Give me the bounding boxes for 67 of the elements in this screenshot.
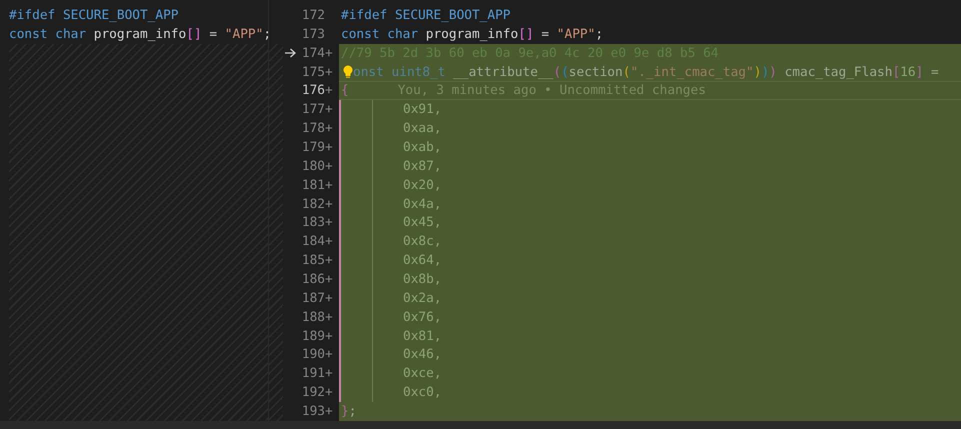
code-line: 0x81, bbox=[403, 328, 442, 344]
added-marker: + bbox=[325, 64, 333, 80]
code-line: 0x91, bbox=[403, 102, 442, 118]
line-number: 191 bbox=[300, 366, 325, 382]
code-line: 0x45, bbox=[403, 215, 442, 230]
line-number: 190 bbox=[300, 347, 325, 362]
code-line: 0x64, bbox=[403, 253, 442, 268]
added-marker: + bbox=[325, 140, 333, 155]
code-line: 0xab, bbox=[403, 140, 442, 155]
line-number: 186 bbox=[300, 272, 325, 287]
added-marker: + bbox=[325, 272, 333, 287]
added-marker: + bbox=[325, 196, 333, 212]
added-marker: + bbox=[325, 366, 333, 382]
line-number: 182 bbox=[300, 196, 325, 212]
code-line: #ifdef SECURE_BOOT_APP bbox=[9, 8, 179, 23]
code-line: 0x20, bbox=[403, 178, 442, 193]
line-number: 177 bbox=[300, 102, 325, 118]
code-line: const char program_info[] = "APP"; bbox=[9, 27, 272, 42]
added-marker: + bbox=[325, 253, 333, 268]
added-marker: + bbox=[325, 46, 333, 61]
code-line: 0x8b, bbox=[403, 272, 442, 287]
line-number: 184 bbox=[300, 234, 325, 250]
line-number: 192 bbox=[300, 385, 325, 400]
added-marker: + bbox=[325, 385, 333, 400]
added-marker: + bbox=[325, 83, 333, 98]
code-line: 0xce, bbox=[403, 366, 442, 382]
added-marker: + bbox=[325, 121, 333, 136]
added-marker: + bbox=[325, 215, 333, 230]
added-marker: + bbox=[325, 310, 333, 325]
line-number: 183 bbox=[300, 215, 325, 230]
line-number: 176 bbox=[300, 83, 325, 98]
added-marker: + bbox=[325, 102, 333, 118]
line-number: 188 bbox=[300, 310, 325, 325]
added-marker: + bbox=[325, 234, 333, 250]
line-number: 173 bbox=[300, 26, 325, 42]
added-marker: + bbox=[325, 178, 333, 193]
code-line: 0x76, bbox=[403, 310, 442, 325]
line-number: 180 bbox=[300, 158, 325, 174]
line-number: 193 bbox=[300, 404, 325, 419]
code-line: }; bbox=[341, 404, 356, 419]
added-marker: + bbox=[325, 404, 333, 419]
added-marker: + bbox=[325, 158, 333, 174]
line-number: 174 bbox=[300, 46, 325, 61]
line-number: 178 bbox=[300, 121, 325, 136]
code-line: 0x8c, bbox=[403, 234, 442, 250]
line-number: 175 bbox=[300, 64, 325, 80]
line-number: 189 bbox=[300, 328, 325, 344]
added-marker: + bbox=[325, 347, 333, 362]
line-number: 187 bbox=[300, 290, 325, 306]
added-marker: + bbox=[325, 290, 333, 306]
code-line: #ifdef SECURE_BOOT_APP bbox=[341, 8, 511, 23]
line-number: 172 bbox=[300, 8, 325, 23]
code-line: const char program_info[] = "APP"; bbox=[341, 26, 604, 42]
code-line: 0xaa, bbox=[403, 121, 442, 136]
line-number: 179 bbox=[300, 140, 325, 155]
line-number: 185 bbox=[300, 253, 325, 268]
code-line: onst uint8_t __attribute__((section("._int_cmac_tag"))) cmac_tag_Flash[16] = bbox=[353, 64, 939, 80]
added-marker: + bbox=[325, 328, 333, 344]
code-line: 0xc0, bbox=[403, 385, 442, 400]
code-line: { bbox=[341, 83, 349, 98]
code-line: 0x46, bbox=[403, 347, 442, 362]
code-line: 0x4a, bbox=[403, 196, 442, 212]
code-line: 0x2a, bbox=[403, 290, 442, 306]
code-line: 0x87, bbox=[403, 158, 442, 174]
horizontal-scrollbar[interactable] bbox=[0, 421, 961, 429]
line-number: 181 bbox=[300, 178, 325, 193]
lightbulb-icon[interactable] bbox=[342, 65, 354, 79]
